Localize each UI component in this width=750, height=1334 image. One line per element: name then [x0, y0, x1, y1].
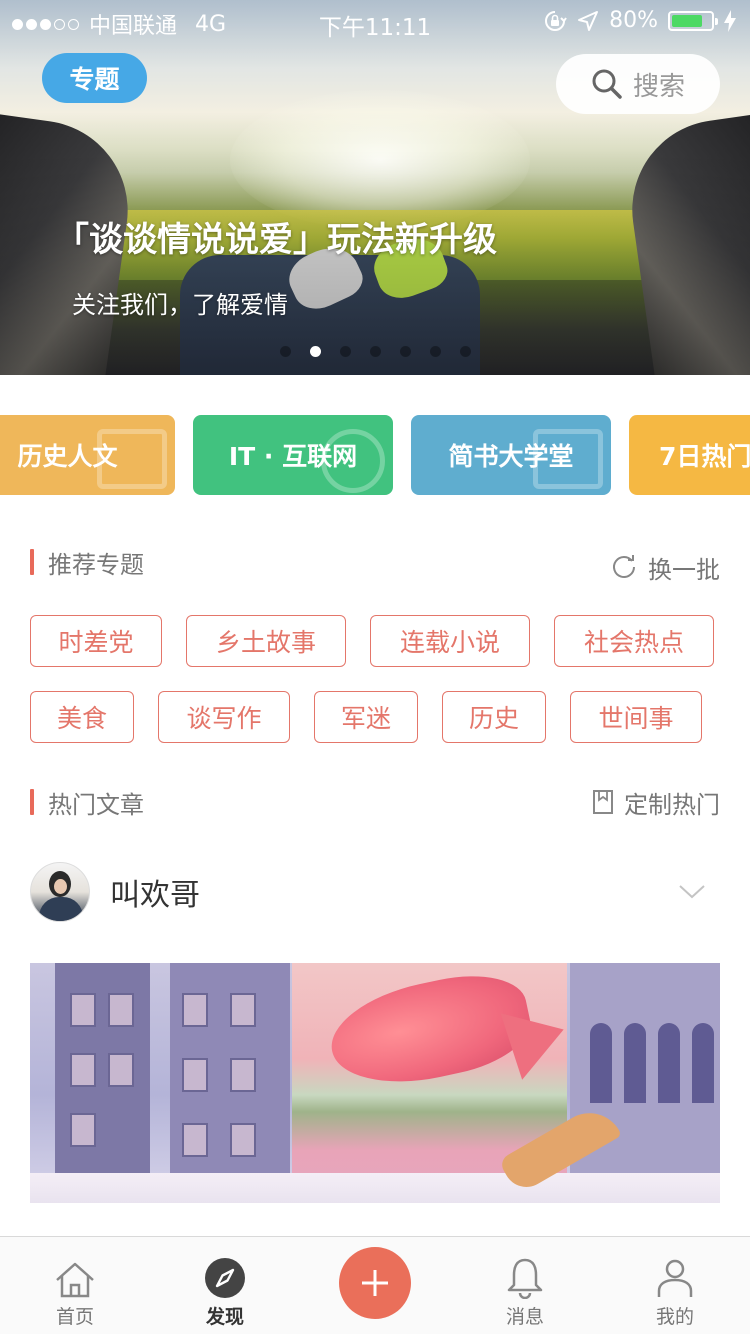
category-card-weekly-hot[interactable]: 7日热门: [629, 415, 750, 495]
tab-discover[interactable]: 发现: [150, 1237, 300, 1334]
page-dot: [370, 346, 381, 357]
hot-articles-section-header: 热门文章 定制热门: [30, 782, 720, 822]
author-name[interactable]: 叫欢哥: [110, 870, 200, 914]
status-bar: 中国联通 4G 下午11:11 80%: [0, 0, 750, 41]
tab-label: 消息: [505, 1306, 544, 1328]
section-accent-bar: [30, 549, 34, 575]
customize-hot-button[interactable]: 定制热门: [592, 785, 720, 820]
page-dot: [400, 346, 411, 357]
refresh-icon: [613, 555, 635, 578]
section-title: 推荐专题: [48, 550, 144, 579]
refresh-button[interactable]: 换一批: [610, 550, 720, 585]
bookmark-icon: [593, 790, 613, 814]
location-arrow-icon: [578, 10, 599, 31]
category-scroller[interactable]: 历史人文 IT · 互联网 简书大学堂 7日热门: [0, 415, 750, 495]
section-title: 热门文章: [48, 790, 144, 819]
page-dot: [430, 346, 441, 357]
tag-chip[interactable]: 乡土故事: [186, 615, 346, 667]
article-cover-image[interactable]: [30, 963, 720, 1203]
tab-label: 发现: [205, 1306, 244, 1328]
home-icon: [56, 1262, 94, 1298]
page-dot: [340, 346, 351, 357]
tag-chip[interactable]: 时差党: [30, 615, 162, 667]
plus-icon: [362, 1270, 388, 1296]
customize-hot-label: 定制热门: [624, 790, 720, 819]
battery-percent: 80%: [609, 8, 658, 33]
tag-chip[interactable]: 社会热点: [554, 615, 714, 667]
carousel-page-indicator: [280, 346, 471, 357]
tag-chip[interactable]: 军迷: [314, 691, 418, 743]
tab-home[interactable]: 首页: [0, 1237, 150, 1334]
tab-label: 我的: [655, 1306, 694, 1328]
chevron-down-icon[interactable]: [678, 884, 706, 900]
category-card-history[interactable]: 历史人文: [0, 415, 175, 495]
page-dot: [280, 346, 291, 357]
category-label: 7日热门: [659, 442, 750, 471]
tab-label: 首页: [55, 1306, 94, 1328]
tag-chip[interactable]: 世间事: [570, 691, 702, 743]
topic-button[interactable]: 专题: [42, 53, 147, 103]
avatar[interactable]: [30, 862, 90, 922]
bell-icon: [507, 1258, 543, 1299]
page-dot-active: [310, 346, 321, 357]
category-card-it[interactable]: IT · 互联网: [193, 415, 393, 495]
recommended-section-header: 推荐专题 换一批: [30, 542, 720, 585]
battery-icon: [668, 10, 718, 31]
banner-carousel[interactable]: 中国联通 4G 下午11:11 80% 专题 搜索 「谈谈情说说爱」玩法新升级 …: [0, 0, 750, 375]
banner-subtitle: 关注我们，了解爱情: [72, 291, 288, 319]
search-placeholder: 搜索: [632, 71, 685, 102]
section-accent-bar: [30, 789, 34, 815]
category-label: IT · 互联网: [228, 442, 358, 471]
rotation-lock-icon: [545, 10, 567, 31]
category-label: 简书大学堂: [448, 442, 574, 471]
refresh-label: 换一批: [648, 555, 720, 584]
tab-me[interactable]: 我的: [600, 1237, 750, 1334]
page-dot: [460, 346, 471, 357]
search-button[interactable]: 搜索: [556, 54, 720, 114]
compass-icon: [205, 1258, 245, 1298]
article-author-row[interactable]: 叫欢哥: [30, 862, 720, 922]
tag-chip[interactable]: 历史: [442, 691, 546, 743]
tag-chip[interactable]: 美食: [30, 691, 134, 743]
category-card-university[interactable]: 简书大学堂: [411, 415, 611, 495]
tab-messages[interactable]: 消息: [450, 1237, 600, 1334]
user-icon: [657, 1259, 693, 1297]
write-article-button[interactable]: [339, 1247, 411, 1319]
category-label: 历史人文: [17, 442, 118, 471]
search-icon: [592, 69, 622, 99]
tag-chip[interactable]: 连载小说: [370, 615, 530, 667]
charging-bolt-icon: [724, 9, 736, 32]
tag-chip[interactable]: 谈写作: [158, 691, 290, 743]
banner-title[interactable]: 「谈谈情说说爱」玩法新升级: [55, 212, 497, 261]
